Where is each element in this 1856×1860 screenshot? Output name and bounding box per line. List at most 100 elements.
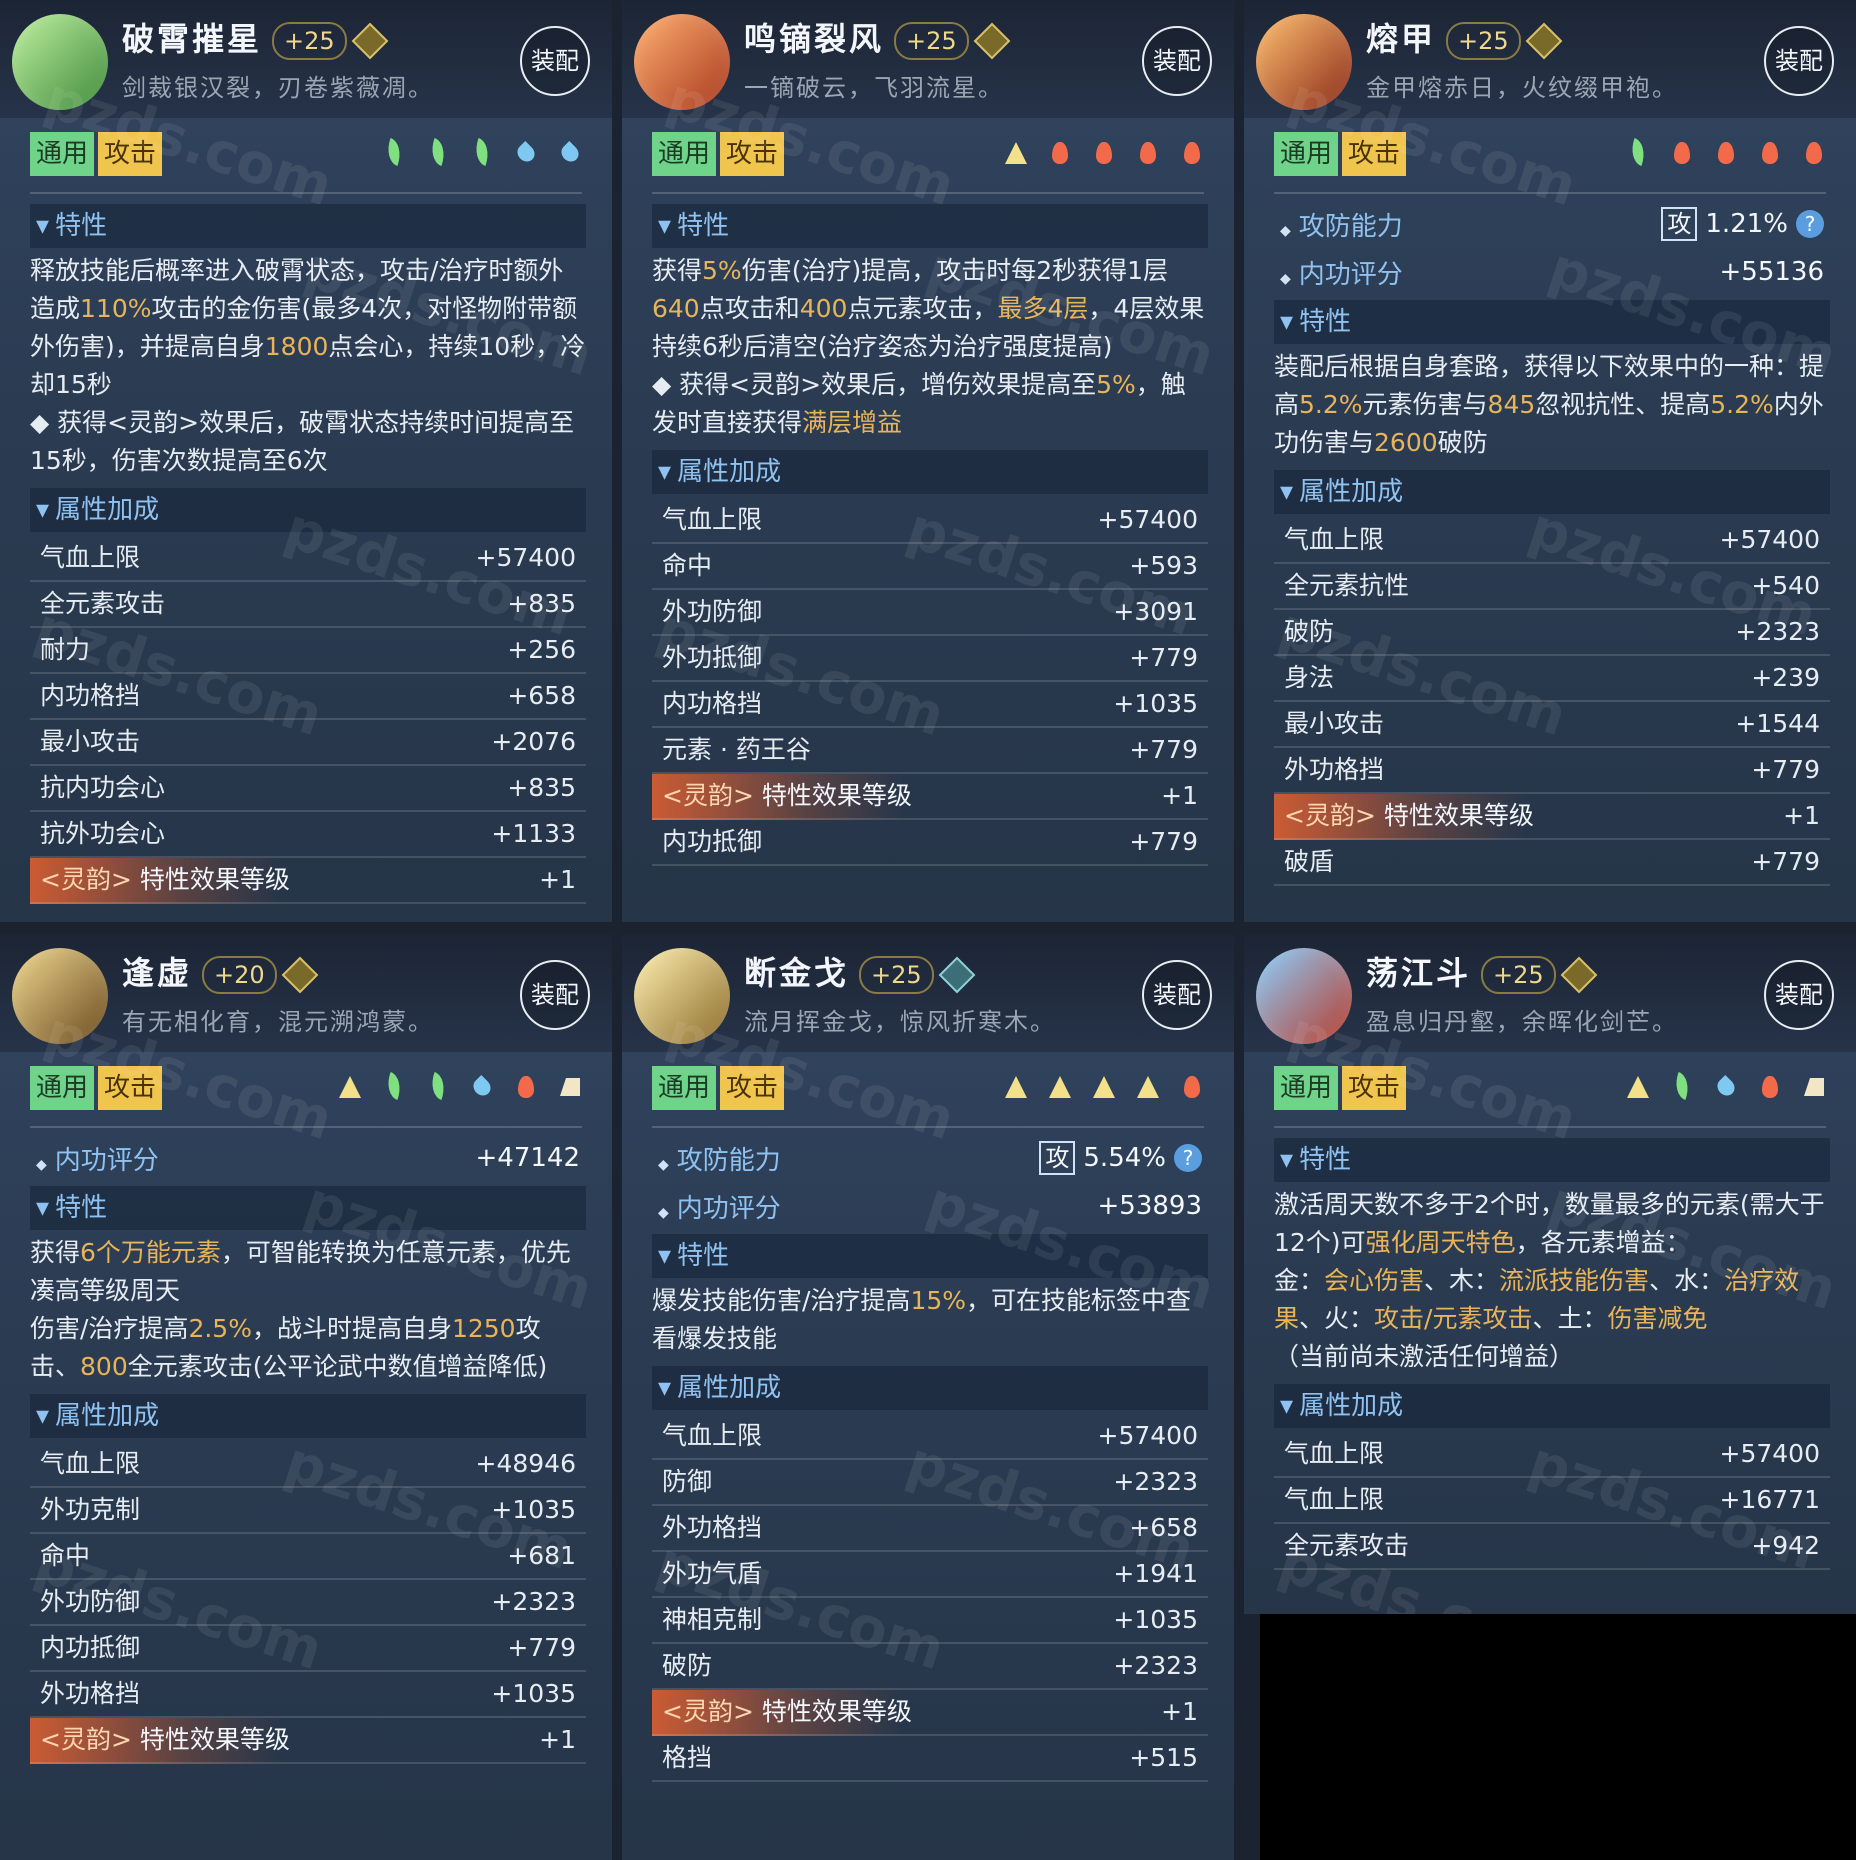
tag-group: 通用 攻击 xyxy=(30,132,163,178)
stat-value: +1133 xyxy=(491,819,576,848)
card-body: 内功评分 +47142 特性获得6个万能元素，可智能转换为任意元素，优先凑高等级周天… xyxy=(30,1134,586,1860)
trait-description: 激活周天数不多于2个时，数量最多的元素(需大于12个)可强化周天特色，各元素增益… xyxy=(1274,1190,1825,1371)
earth-element-icon xyxy=(1004,1074,1028,1100)
equipment-emblem-icon xyxy=(12,948,108,1044)
inner-score: 内功评分 +47142 xyxy=(30,1134,586,1182)
stat-row: 耐力 +256 xyxy=(30,628,586,674)
fire-element-icon xyxy=(1092,140,1116,166)
stat-name: 最小攻击 xyxy=(40,727,141,756)
stat-name: 最小攻击 xyxy=(1284,709,1385,738)
tag-attack: 攻击 xyxy=(720,1066,785,1110)
attack-defense-value: 攻 5.54%? xyxy=(1039,1141,1202,1175)
equip-button[interactable]: 装配 xyxy=(520,26,590,96)
stat-name: <灵韵> 特性效果等级 xyxy=(40,1718,290,1762)
tag-general: 通用 xyxy=(1274,1066,1339,1110)
header-divider xyxy=(30,1126,582,1128)
equipment-flavor-text: 盈息归丹壑，余晖化剑芒。 xyxy=(1366,1008,1678,1036)
help-icon[interactable]: ? xyxy=(1174,1144,1202,1172)
attack-defense-power: 攻防能力 攻1.21%? xyxy=(1274,200,1830,248)
equip-button[interactable]: 装配 xyxy=(520,960,590,1030)
traits-section-toggle[interactable]: 特性 xyxy=(1274,1138,1830,1182)
attribute-bonus-section-toggle[interactable]: 属性加成 xyxy=(1274,470,1830,514)
stat-value: +1941 xyxy=(1113,1559,1198,1588)
traits-section-toggle[interactable]: 特性 xyxy=(652,204,1208,248)
water-element-icon xyxy=(558,140,582,166)
equip-button[interactable]: 装配 xyxy=(1142,960,1212,1030)
stat-name: 抗内功会心 xyxy=(40,773,166,802)
earth-element-icon xyxy=(338,1074,362,1100)
attribute-bonus-section-toggle[interactable]: 属性加成 xyxy=(30,488,586,532)
inner-score-value: +47142 xyxy=(475,1143,581,1173)
enhance-level-badge: +20 xyxy=(202,956,277,994)
stat-value: +540 xyxy=(1751,571,1820,600)
stat-value: +835 xyxy=(507,773,576,802)
stat-name: 气血上限 xyxy=(40,543,141,572)
stat-name: 气血上限 xyxy=(1284,1439,1385,1468)
stat-value: +1035 xyxy=(491,1495,576,1524)
equipment-card: 鸣镝裂风+25 一镝破云，飞羽流星。 装配通用攻击特性获得5%伤害(治疗)提高，攻击… xyxy=(622,0,1234,922)
card-body: 特性释放技能后概率进入破霄状态，攻击/治疗时额外造成110%攻击的金伤害(最多4… xyxy=(30,200,586,922)
rank-gem-icon xyxy=(351,22,389,60)
attribute-bonus-section-toggle[interactable]: 属性加成 xyxy=(652,450,1208,494)
stat-value: +2323 xyxy=(1735,617,1820,646)
stat-row: 最小攻击 +1544 xyxy=(1274,702,1830,748)
stat-row: <灵韵> 特性效果等级 +1 xyxy=(652,774,1208,820)
equip-button[interactable]: 装配 xyxy=(1142,26,1212,96)
inner-score-label: 内功评分 xyxy=(658,1188,781,1225)
inner-score: 内功评分 +53893 xyxy=(652,1182,1208,1230)
attribute-bonus-section-toggle[interactable]: 属性加成 xyxy=(1274,1384,1830,1428)
stat-name: 气血上限 xyxy=(40,1449,141,1478)
stat-name: 外功防御 xyxy=(40,1587,141,1616)
leaf-element-icon xyxy=(1670,1074,1694,1100)
tag-general: 通用 xyxy=(30,132,95,176)
tag-attack: 攻击 xyxy=(1342,132,1407,176)
attack-defense-label: 攻防能力 xyxy=(658,1140,781,1177)
equipment-name-text: 断金戈 xyxy=(744,954,850,992)
stat-row: 外功气盾 +1941 xyxy=(652,1552,1208,1598)
equipment-emblem-icon xyxy=(12,14,108,110)
card-header: 熔甲 +25 金甲熔赤日，火纹缀甲袍。 装配 xyxy=(1244,0,1856,118)
lingyun-tag: <灵韵> xyxy=(40,1725,132,1754)
stat-value: +256 xyxy=(507,635,576,664)
attack-defense-percent: 1.21% xyxy=(1705,209,1788,239)
trait-description: 爆发技能伤害/治疗提高15%，可在技能标签中查看爆发技能 xyxy=(652,1286,1192,1353)
equip-button[interactable]: 装配 xyxy=(1764,960,1834,1030)
equipment-name-text: 荡江斗 xyxy=(1366,954,1472,992)
equipment-name-text: 逢虚 xyxy=(122,954,193,992)
fire-element-icon xyxy=(1758,1074,1782,1100)
stat-value: +239 xyxy=(1751,663,1820,692)
stat-value: +1035 xyxy=(1113,689,1198,718)
traits-section-toggle[interactable]: 特性 xyxy=(30,1186,586,1230)
stat-row: 抗内功会心 +835 xyxy=(30,766,586,812)
fire-element-icon xyxy=(514,1074,538,1100)
help-icon[interactable]: ? xyxy=(1796,210,1824,238)
traits-section-toggle[interactable]: 特性 xyxy=(652,1234,1208,1278)
traits-section-toggle[interactable]: 特性 xyxy=(1274,300,1830,344)
stat-name: 格挡 xyxy=(662,1743,713,1772)
stat-row: 气血上限 +16771 xyxy=(1274,1478,1830,1524)
stat-name: <灵韵> 特性效果等级 xyxy=(662,1690,912,1734)
stat-row: 内功抵御 +779 xyxy=(30,1626,586,1672)
fire-element-icon xyxy=(1180,1074,1204,1100)
stat-row: 元素 · 药王谷 +779 xyxy=(652,728,1208,774)
stat-name: 外功格挡 xyxy=(662,1513,763,1542)
inner-score-label: 内功评分 xyxy=(1280,254,1403,291)
attribute-bonus-section-toggle[interactable]: 属性加成 xyxy=(30,1394,586,1438)
stat-value: +658 xyxy=(507,681,576,710)
stat-name: 抗外功会心 xyxy=(40,819,166,848)
stat-name: 全元素抗性 xyxy=(1284,571,1410,600)
blank-area xyxy=(1260,1614,1856,1860)
stat-value: +779 xyxy=(1751,847,1820,876)
traits-section-toggle[interactable]: 特性 xyxy=(30,204,586,248)
equip-button[interactable]: 装配 xyxy=(1764,26,1834,96)
stat-row: 全元素攻击 +835 xyxy=(30,582,586,628)
leaf-element-icon xyxy=(382,1074,406,1100)
tag-general: 通用 xyxy=(1274,132,1339,176)
stat-row: 最小攻击 +2076 xyxy=(30,720,586,766)
stat-row: 神相克制 +1035 xyxy=(652,1598,1208,1644)
stat-name: 元素 · 药王谷 xyxy=(662,735,811,764)
equipment-emblem-icon xyxy=(1256,948,1352,1044)
attribute-bonus-section-toggle[interactable]: 属性加成 xyxy=(652,1366,1208,1410)
stat-name: 命中 xyxy=(40,1541,91,1570)
stat-name: 外功格挡 xyxy=(1284,755,1385,784)
